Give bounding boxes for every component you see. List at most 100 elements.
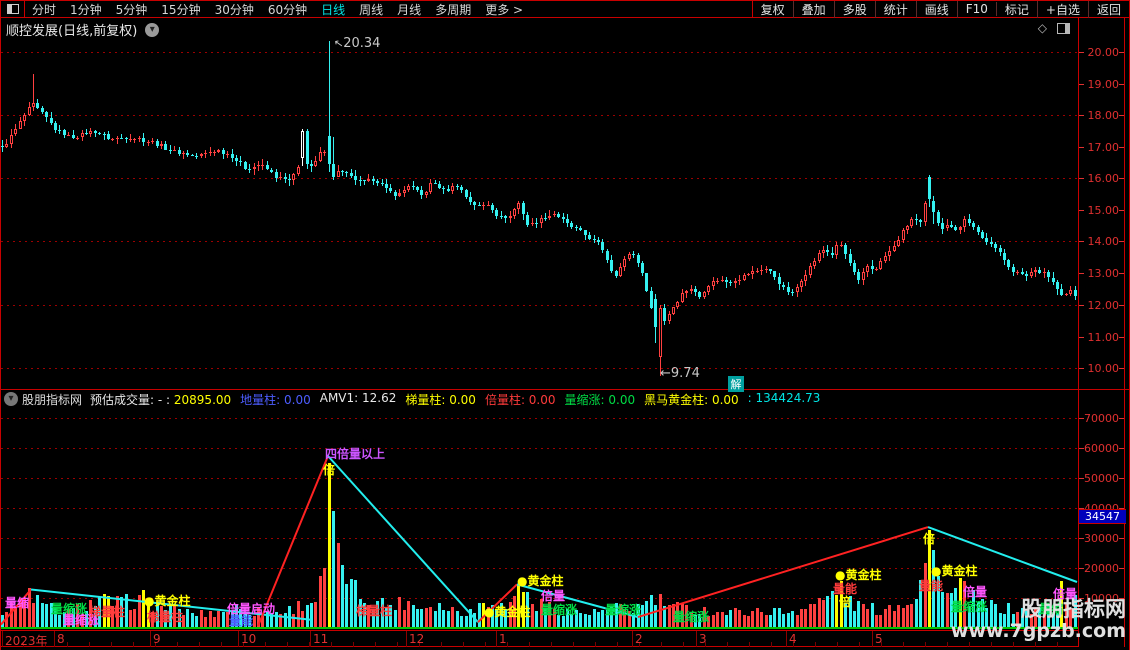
indicator-chevron-icon[interactable]: ▾ [4,392,18,406]
candlestick [875,268,878,270]
split-window-icon[interactable] [1057,22,1070,34]
candlestick [415,187,419,190]
candlestick [883,256,887,261]
candlestick [460,186,464,191]
timeframe-item-1[interactable]: 1分钟 [63,1,109,18]
date-axis-label-10: 5 [875,632,883,646]
candlestick [985,237,989,242]
timeframe-item-2[interactable]: 5分钟 [109,1,155,18]
indicator-field-6: 黑马黄金柱: 0.00 [644,392,739,407]
action-item-1[interactable]: 叠加 [794,0,835,18]
action-item-3[interactable]: 统计 [876,0,917,18]
candlestick [817,253,821,262]
candlestick [574,226,578,228]
signal-label-18: 量能 [833,582,858,596]
action-item-2[interactable]: 多股 [835,0,876,18]
candlestick [14,128,18,135]
candlestick [177,149,181,154]
candlestick [398,193,402,197]
volume-axis-label-1: 60000 [1084,442,1119,455]
candlestick [274,172,278,178]
candlestick [93,131,97,133]
candlestick [491,204,494,211]
candlestick [623,258,627,267]
candlestick [208,152,212,153]
candlestick [663,308,667,321]
candlestick [446,189,450,191]
candlestick [963,219,967,228]
candlestick [1064,293,1068,295]
candlestick [261,164,265,166]
timeframe-item-0[interactable]: 分时 [25,1,63,18]
app-window: 分时 1分钟 5分钟 15分钟 30分钟 60分钟 日线 周线 月线 多周期 更多 > 复权 叠加 多股… [0,0,1130,650]
action-item-5[interactable]: F10 [958,2,997,16]
timeframe-item-3[interactable]: 15分钟 [154,1,207,18]
candlestick [716,281,720,282]
candlestick [58,129,62,131]
candlestick [813,261,817,267]
candlestick [861,271,865,280]
price-axis-label-6: 14.00 [1087,235,1120,248]
signal-label-5: 梯量柱 [89,605,126,619]
timeframe-item-7[interactable]: 周线 [352,1,390,18]
candlestick [892,245,896,252]
candlestick [610,260,614,271]
candlestick [539,217,543,223]
diamond-icon[interactable]: ◇ [1038,21,1047,35]
candlestick [526,214,530,225]
chevron-down-icon[interactable]: ▾ [145,22,160,37]
date-axis-label-7: 2 [635,632,643,646]
candlestick [835,245,839,255]
action-item-0[interactable]: 复权 [753,0,794,18]
candlestick [411,185,415,188]
candlestick [49,117,53,123]
right-axis: 34547 20.00 19.00 18.00 17.00 16.00 15.00 14.0… [1078,18,1126,647]
candlestick [336,171,340,177]
candlestick [151,141,155,143]
candlestick [919,220,923,222]
candlestick [517,203,521,210]
timeframe-item-5[interactable]: 60分钟 [261,1,314,18]
candlestick [27,107,31,115]
candlestick [9,134,13,144]
action-item-4[interactable]: 画线 [917,0,958,18]
timeframe-item-4[interactable]: 30分钟 [208,1,261,18]
candlestick [958,227,962,230]
action-item-7[interactable]: +自选 [1038,0,1089,18]
candlestick [980,231,984,238]
candlestick [1033,270,1037,273]
candlestick [146,141,150,143]
price-axis-label-8: 12.00 [1087,299,1120,312]
layout-icon-button[interactable] [1,1,25,17]
candlestick [839,244,843,246]
date-axis-label-9: 4 [789,632,797,646]
timeframe-item-8[interactable]: 月线 [390,1,428,18]
candlestick [129,139,132,141]
candlestick [822,250,825,254]
indicator-header[interactable]: ▾ 股朋指标网 预估成交量: - : 20895.00 地量柱: 0.00 AMV1… [1,390,1078,408]
timeframe-item-9[interactable]: 多周期 [428,1,478,18]
candlestick [548,215,552,219]
candlestick [535,222,539,224]
action-item-8[interactable]: 返回 [1089,1,1129,18]
indicator-source: 股朋指标网 [22,392,83,407]
candlestick [451,186,455,191]
price-axis-label-1: 19.00 [1087,78,1120,91]
top-toolbar: 分时 1分钟 5分钟 15分钟 30分钟 60分钟 日线 周线 月线 多周期 更多 > 复权 叠加 多股… [1,0,1129,18]
timeframe-item-10[interactable]: 更多 > [478,1,530,18]
signal-label-17: ●黄金柱 [835,568,882,582]
candlestick [54,123,57,130]
candlestick [764,269,768,271]
candlestick [212,151,216,153]
signal-label-22: 量能 [919,579,944,593]
volume-axis-label-4: 30000 [1084,532,1119,545]
candlestick [791,291,795,293]
candlestick [190,155,194,157]
candlestick [671,307,675,315]
candlestick [182,153,185,155]
timeframe-item-6[interactable]: 日线 [314,1,352,18]
price-chart-panel[interactable] [1,40,1078,389]
candlestick [830,252,834,255]
candlestick [195,155,199,157]
action-item-6[interactable]: 标记 [997,0,1038,18]
